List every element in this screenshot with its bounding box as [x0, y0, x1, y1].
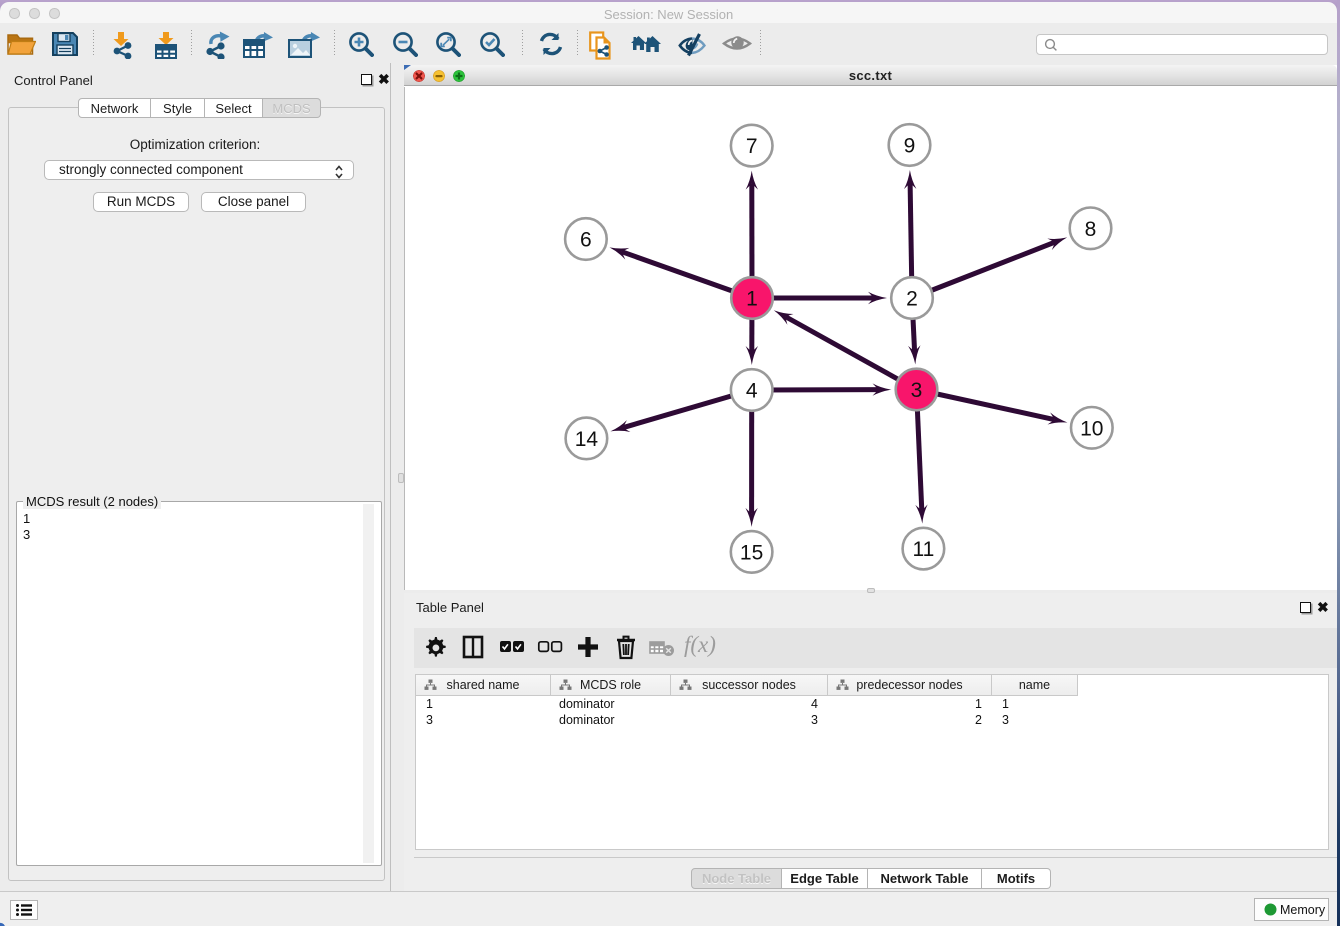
svg-text:15: 15 — [740, 541, 763, 564]
svg-text:14: 14 — [575, 428, 599, 451]
svg-text:4: 4 — [746, 380, 758, 403]
svg-text:2: 2 — [906, 288, 918, 311]
svg-text:1: 1 — [746, 288, 758, 311]
svg-text:10: 10 — [1080, 417, 1103, 440]
svg-text:6: 6 — [580, 229, 592, 252]
svg-text:8: 8 — [1085, 218, 1097, 241]
svg-text:7: 7 — [746, 135, 758, 158]
svg-text:11: 11 — [912, 538, 934, 561]
svg-text:3: 3 — [911, 379, 923, 402]
svg-text:9: 9 — [904, 135, 916, 158]
